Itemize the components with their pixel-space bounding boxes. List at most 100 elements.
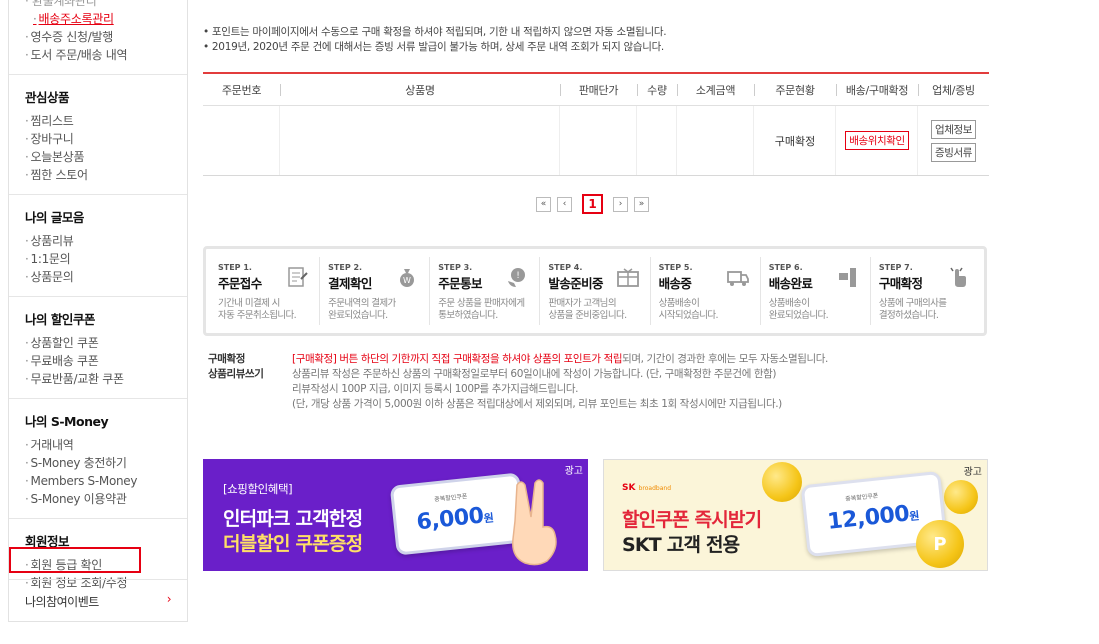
cell-order-status: 구매확정 xyxy=(754,106,836,175)
prev-page-button[interactable]: ‹ xyxy=(557,196,572,212)
sidebar-item-transactions[interactable]: 거래내역 xyxy=(25,436,171,454)
sidebar-item-free-return-coupon[interactable]: 무료반품/교환 쿠폰 xyxy=(25,370,171,388)
proof-docs-button[interactable]: 증빙서류 xyxy=(930,142,977,162)
info-labels: 구매확정 상품리뷰쓰기 xyxy=(208,352,292,412)
sidebar-item-free-shipping-coupon[interactable]: 무료배송 쿠폰 xyxy=(25,352,171,370)
sidebar-item-1to1-inquiry[interactable]: 1:1문의 xyxy=(25,250,171,268)
cell-product-name xyxy=(280,106,560,175)
info-line: 리뷰작성시 100P 지급, 이미지 등록시 100P를 추가지급해드립니다. xyxy=(292,383,579,395)
label-review: 상품리뷰쓰기 xyxy=(208,368,264,380)
step-desc: 상품배송이 시작되었습니다. xyxy=(658,298,719,321)
step-order-notified: STEP 3. 주문통보 주문 상품을 판매자에게 통보하였습니다. ! xyxy=(430,257,541,325)
victory-hand-icon xyxy=(512,479,557,566)
ad-headline: 할인쿠폰 즉시받기 xyxy=(622,509,762,531)
sidebar-item-cart[interactable]: 장바구니 xyxy=(25,130,171,148)
ad-banner-skb[interactable]: 광고 SK broadband 할인쿠폰 즉시받기 SKT 고객 전용 중복할인… xyxy=(603,459,988,571)
label-purchase-confirm: 구매확정 xyxy=(208,353,246,365)
section-title-member-info: 회원정보 xyxy=(25,534,70,549)
box-icon xyxy=(616,268,639,287)
phone-icon: ! xyxy=(508,268,526,287)
ad-headline: 인터파크 고객한정 xyxy=(223,508,363,530)
sk-broadband-logo: SK broadband xyxy=(622,483,672,493)
step-desc: 상품배송이 완료되었습니다. xyxy=(768,298,829,321)
order-steps: STEP 1. 주문접수 기간내 미결제 시 자동 주문취소됩니다. STEP 2… xyxy=(203,246,987,336)
info-line: (단, 개당 상품 가격이 5,000원 이하 상품은 적립대상에서 제외되며,… xyxy=(292,398,782,410)
cell-unit-price xyxy=(560,106,637,175)
section-title-smoney: 나의 S-Money xyxy=(25,414,109,429)
col-order-status: 주문현황 xyxy=(754,82,836,98)
table-header: 주문번호 상품명 판매단가 수량 소계금액 주문현황 배송/구매확정 업체/증빙 xyxy=(203,74,989,106)
coupon-amount: 12,000 xyxy=(826,501,911,535)
sidebar-item-recent-viewed[interactable]: 오늘본상품 xyxy=(25,148,171,166)
money-bag-icon: W xyxy=(400,269,415,287)
track-delivery-button[interactable]: 배송위치확인 xyxy=(845,131,909,150)
section-title-interest: 관심상품 xyxy=(25,90,70,105)
step-preparing: STEP 4. 발송준비중 판매자가 고객님의 상품을 준비중입니다. xyxy=(540,257,651,325)
ad-label: 광고 xyxy=(564,466,583,477)
sidebar-item-receipt[interactable]: 영수증 신청/발행 xyxy=(25,28,171,46)
cell-vendor: 업체정보 증빙서류 xyxy=(918,106,989,175)
ad-banner-interpark[interactable]: 광고 [쇼핑할인혜택] 인터파크 고객한정 더블할인 쿠폰증정 중복할인쿠폰 6… xyxy=(203,459,588,571)
step-desc: 판매자가 고객님의 상품을 준비중입니다. xyxy=(548,298,627,321)
sidebar-item-product-coupon[interactable]: 상품할인 쿠폰 xyxy=(25,334,171,352)
notice-list: • 포인트는 마이페이지에서 수동으로 구매 확정을 하셔야 적립되며, 기한 … xyxy=(203,25,667,55)
ad-label: 광고 xyxy=(963,467,982,478)
notice-line: • 2019년, 2020년 주문 건에 대해서는 증빙 서류 발급이 불가능 … xyxy=(203,41,664,53)
gold-coin-icon xyxy=(944,480,978,514)
col-product-name: 상품명 xyxy=(280,82,560,98)
my-events-label: 나의참여이벤트 xyxy=(25,595,99,609)
point-coin-icon: P xyxy=(916,520,964,568)
sidebar-item-smoney-terms[interactable]: S-Money 이용약관 xyxy=(25,490,171,508)
col-delivery-confirm: 배송/구매확정 xyxy=(836,82,918,98)
next-page-button[interactable]: › xyxy=(613,196,628,212)
sidebar-item-members-smoney[interactable]: Members S-Money xyxy=(25,472,171,490)
last-page-button[interactable]: » xyxy=(634,196,649,212)
step-desc: 주문 상품을 판매자에게 통보하였습니다. xyxy=(438,298,525,321)
gold-coin-icon xyxy=(762,462,802,502)
sidebar-item-product-review[interactable]: 상품리뷰 xyxy=(25,232,171,250)
info-line: [구매확정] 버튼 하단의 기한까지 직접 구매확정을 하셔야 상품의 포인트가… xyxy=(292,353,828,365)
cell-subtotal xyxy=(677,106,754,175)
step-shipping: STEP 5. 배송중 상품배송이 시작되었습니다. xyxy=(651,257,761,325)
step-payment-confirmed: STEP 2. 결제확인 주문내역의 결제가 완료되었습니다. W xyxy=(320,257,431,325)
sidebar-item-product-inquiry[interactable]: 상품문의 xyxy=(25,268,171,286)
vendor-info-button[interactable]: 업체정보 xyxy=(930,119,977,139)
chevron-right-icon: › xyxy=(166,592,172,606)
cell-delivery: 배송위치확인 xyxy=(836,106,918,175)
sidebar-item-refund-account[interactable]: · 환불계좌관리 xyxy=(25,0,171,10)
info-highlight: [구매확정] 버튼 하단의 기한까지 직접 구매확정을 하셔야 상품의 포인트가… xyxy=(292,353,623,365)
step-desc: 기간내 미결제 시 자동 주문취소됩니다. xyxy=(218,298,297,321)
info-line: 상품리뷰 작성은 주문하신 상품의 구매확정일로부터 60일이내에 작성이 가능… xyxy=(292,368,777,380)
section-title-my-posts: 나의 글모음 xyxy=(25,210,84,225)
info-texts: [구매확정] 버튼 하단의 기한까지 직접 구매확정을 하셔야 상품의 포인트가… xyxy=(292,352,828,412)
pagination: « ‹ 1 › » xyxy=(536,194,649,214)
step-purchase-confirmed: STEP 7. 구매확정 상품에 구매의사를 결정하셨습니다. xyxy=(871,257,980,325)
order-table: 주문번호 상품명 판매단가 수량 소계금액 주문현황 배송/구매확정 업체/증빙… xyxy=(203,72,989,176)
ad-subheadline: 더블할인 쿠폰증정 xyxy=(223,533,363,555)
sidebar-item-address-book[interactable]: 배송주소록관리 xyxy=(25,10,171,28)
hand-click-icon xyxy=(950,267,966,287)
step-order-received: STEP 1. 주문접수 기간내 미결제 시 자동 주문취소됩니다. xyxy=(210,257,321,325)
sidebar-item-book-orders[interactable]: 도서 주문/배송 내역 xyxy=(25,46,171,64)
col-unit-price: 판매단가 xyxy=(560,82,637,98)
step-desc: 상품에 구매의사를 결정하셨습니다. xyxy=(878,298,947,321)
current-page[interactable]: 1 xyxy=(582,194,603,214)
col-vendor-proof: 업체/증빙 xyxy=(918,82,989,98)
sidebar-item-fav-store[interactable]: 찜한 스토어 xyxy=(25,166,171,184)
sidebar-item-smoney-charge[interactable]: S-Money 충전하기 xyxy=(25,454,171,472)
ad-badge: [쇼핑할인혜택] xyxy=(223,482,293,496)
col-quantity: 수량 xyxy=(637,82,677,98)
step-desc: 주문내역의 결제가 완료되었습니다. xyxy=(328,298,396,321)
first-page-button[interactable]: « xyxy=(536,196,551,212)
sidebar-item-wishlist[interactable]: 찜리스트 xyxy=(25,112,171,130)
coupon-amount: 6,000 xyxy=(415,503,485,536)
sidebar-item-my-events[interactable]: 나의참여이벤트 › xyxy=(9,579,187,621)
svg-text:!: ! xyxy=(517,271,521,281)
ad-subheadline: SKT 고객 전용 xyxy=(622,534,740,556)
svg-text:W: W xyxy=(403,276,411,285)
form-icon xyxy=(288,267,308,287)
table-row: 구매확정 배송위치확인 업체정보 증빙서류 xyxy=(203,106,989,176)
truck-icon xyxy=(726,271,749,286)
cell-quantity xyxy=(637,106,677,175)
sidebar-item-member-grade[interactable]: 회원 등급 확인 xyxy=(25,556,171,574)
